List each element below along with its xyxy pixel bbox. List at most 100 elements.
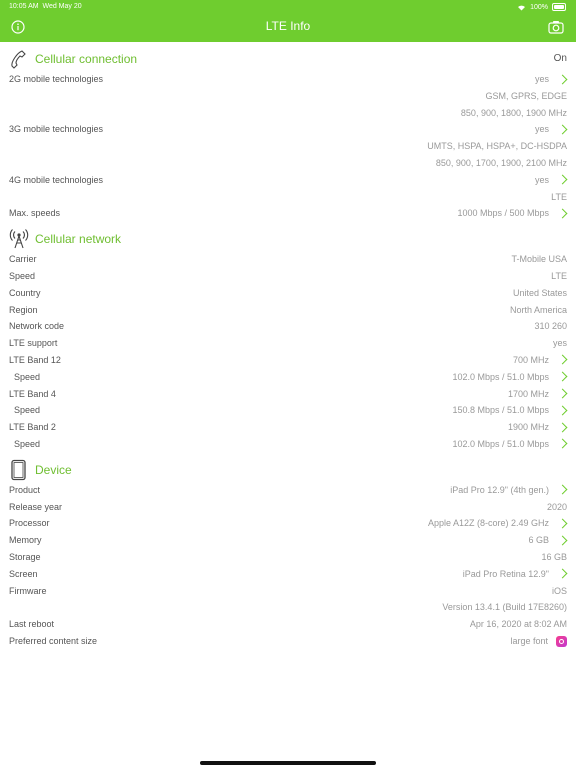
list-row[interactable]: 4G mobile technologies yes	[0, 172, 576, 189]
list-row: Storage 16 GB	[0, 549, 576, 566]
row-value-text: yes	[534, 74, 549, 84]
status-time: 10:05 AM Wed May 20	[9, 3, 82, 10]
list-row[interactable]: 3G mobile technologies yes	[0, 121, 576, 138]
chevron-right-icon[interactable]	[557, 422, 568, 433]
row-label: Region	[9, 304, 38, 315]
chevron-right-icon[interactable]	[557, 355, 568, 365]
status-indicators: 100%	[517, 3, 566, 11]
row-label: 4G mobile technologies	[9, 174, 104, 185]
row-value: 1900 MHz	[508, 422, 568, 432]
row-label: Last reboot	[9, 619, 55, 630]
row-value: 1700 MHz	[508, 389, 568, 399]
row-value: yes	[535, 175, 568, 185]
row-value: LTE	[551, 271, 567, 281]
row-value-text: yes	[552, 338, 567, 349]
list-row[interactable]: LTE Band 4 1700 MHz	[0, 386, 576, 403]
list-row[interactable]: Max. speeds 1000 Mbps / 500 Mbps	[0, 205, 576, 222]
row-label: Memory	[9, 535, 42, 546]
list-row: 850, 900, 1700, 1900, 2100 MHz	[0, 155, 576, 172]
chevron-right-icon[interactable]	[557, 484, 568, 495]
chevron-right-icon[interactable]	[557, 438, 568, 449]
chevron-right-icon[interactable]	[557, 518, 568, 529]
chevron-right-icon[interactable]	[557, 568, 568, 579]
row-label: Country	[9, 287, 41, 298]
row-value: yes	[535, 124, 568, 134]
row-label: Release year	[9, 501, 63, 512]
row-value-text: large font	[510, 636, 548, 647]
row-value: iPad Pro 12.9" (4th gen.)	[450, 485, 568, 495]
row-value: 850, 900, 1700, 1900, 2100 MHz	[436, 158, 567, 168]
nav-bar: 10:05 AM Wed May 20 100% LTE Info	[0, 0, 576, 42]
app-icon[interactable]	[556, 635, 567, 647]
list-row[interactable]: Memory 6 GB	[0, 532, 576, 549]
chevron-right-icon[interactable]	[557, 174, 568, 185]
row-value: GSM, GPRS, EDGE	[485, 91, 567, 101]
row-label: LTE Band 2	[9, 422, 56, 433]
row-value-text: yes	[534, 124, 549, 135]
home-indicator[interactable]	[200, 761, 376, 765]
chevron-right-icon[interactable]	[557, 371, 568, 382]
camera-icon[interactable]	[548, 20, 564, 34]
list-row[interactable]: Processor Apple A12Z (8-core) 2.49 GHz	[0, 515, 576, 532]
row-value: Version 13.4.1 (Build 17E8260)	[442, 602, 567, 612]
antenna-icon	[9, 229, 29, 249]
row-value: yes	[535, 74, 568, 84]
row-value: 700 MHz	[513, 355, 568, 365]
row-value-text: UMTS, HSPA, HSPA+, DC-HSDPA	[427, 141, 567, 152]
row-value: iPad Pro Retina 12.9"	[463, 569, 568, 579]
row-value-text: 150.8 Mbps / 51.0 Mbps	[452, 405, 549, 416]
row-value-text: GSM, GPRS, EDGE	[485, 90, 567, 101]
chevron-right-icon[interactable]	[557, 405, 568, 416]
section-title: Cellular network	[35, 232, 122, 247]
chevron-right-icon[interactable]	[557, 535, 568, 546]
row-value-text: iPad Pro Retina 12.9"	[462, 568, 549, 579]
row-label: Processor	[9, 518, 50, 529]
row-value-text: 102.0 Mbps / 51.0 Mbps	[452, 371, 549, 382]
row-value: United States	[513, 288, 567, 298]
list-row: GSM, GPRS, EDGE	[0, 88, 576, 105]
section-cellular-connection: Cellular connection On	[0, 48, 576, 71]
list-row[interactable]: LTE Band 2 1900 MHz	[0, 419, 576, 436]
chevron-right-icon[interactable]	[557, 208, 568, 219]
row-label: Speed	[14, 438, 41, 449]
row-value-text: Apr 16, 2020 at 8:02 AM	[469, 619, 567, 630]
chevron-right-icon[interactable]	[557, 74, 568, 84]
row-value-text: 6 GB	[528, 535, 549, 546]
row-label: 3G mobile technologies	[9, 124, 104, 135]
row-label: LTE support	[9, 338, 58, 349]
row-value-text: 310 260	[534, 321, 567, 332]
row-label: Speed	[9, 270, 36, 281]
row-value: Apr 16, 2020 at 8:02 AM	[470, 619, 567, 629]
wifi-icon	[518, 5, 526, 10]
list-row[interactable]: Screen iPad Pro Retina 12.9"	[0, 566, 576, 583]
row-value-text: LTE	[551, 191, 567, 202]
list-row: Country United States	[0, 285, 576, 302]
list-row: Version 13.4.1 (Build 17E8260)	[0, 599, 576, 616]
tablet-icon	[11, 459, 26, 480]
row-value: large font	[510, 635, 567, 647]
list-row: Region North America	[0, 302, 576, 319]
list-row: Network code 310 260	[0, 318, 576, 335]
row-value-text: T-Mobile USA	[511, 254, 567, 265]
row-value-text: iPad Pro 12.9" (4th gen.)	[450, 484, 549, 495]
list-row[interactable]: LTE Band 12 700 MHz	[0, 352, 576, 369]
battery-icon	[552, 3, 566, 11]
row-value-text: 700 MHz	[512, 354, 549, 365]
list-row[interactable]: 2G mobile technologies yes	[0, 71, 576, 88]
chevron-right-icon[interactable]	[557, 388, 568, 399]
row-value: yes	[553, 338, 567, 348]
list-row[interactable]: Speed 102.0 Mbps / 51.0 Mbps	[0, 436, 576, 453]
battery-percent: 100%	[530, 3, 548, 11]
list-row: LTE support yes	[0, 335, 576, 352]
list-row: Carrier T-Mobile USA	[0, 251, 576, 268]
row-value: 2020	[547, 502, 567, 512]
row-label: Carrier	[9, 254, 37, 265]
row-label: Speed	[14, 405, 41, 416]
row-value-text: Apple A12Z (8-core) 2.49 GHz	[427, 518, 549, 529]
row-value: 16 GB	[541, 552, 567, 562]
list-row[interactable]: Product iPad Pro 12.9" (4th gen.)	[0, 482, 576, 499]
list-row[interactable]: Speed 150.8 Mbps / 51.0 Mbps	[0, 402, 576, 419]
cellular-status: On	[553, 53, 567, 64]
list-row[interactable]: Speed 102.0 Mbps / 51.0 Mbps	[0, 369, 576, 386]
chevron-right-icon[interactable]	[557, 124, 568, 135]
